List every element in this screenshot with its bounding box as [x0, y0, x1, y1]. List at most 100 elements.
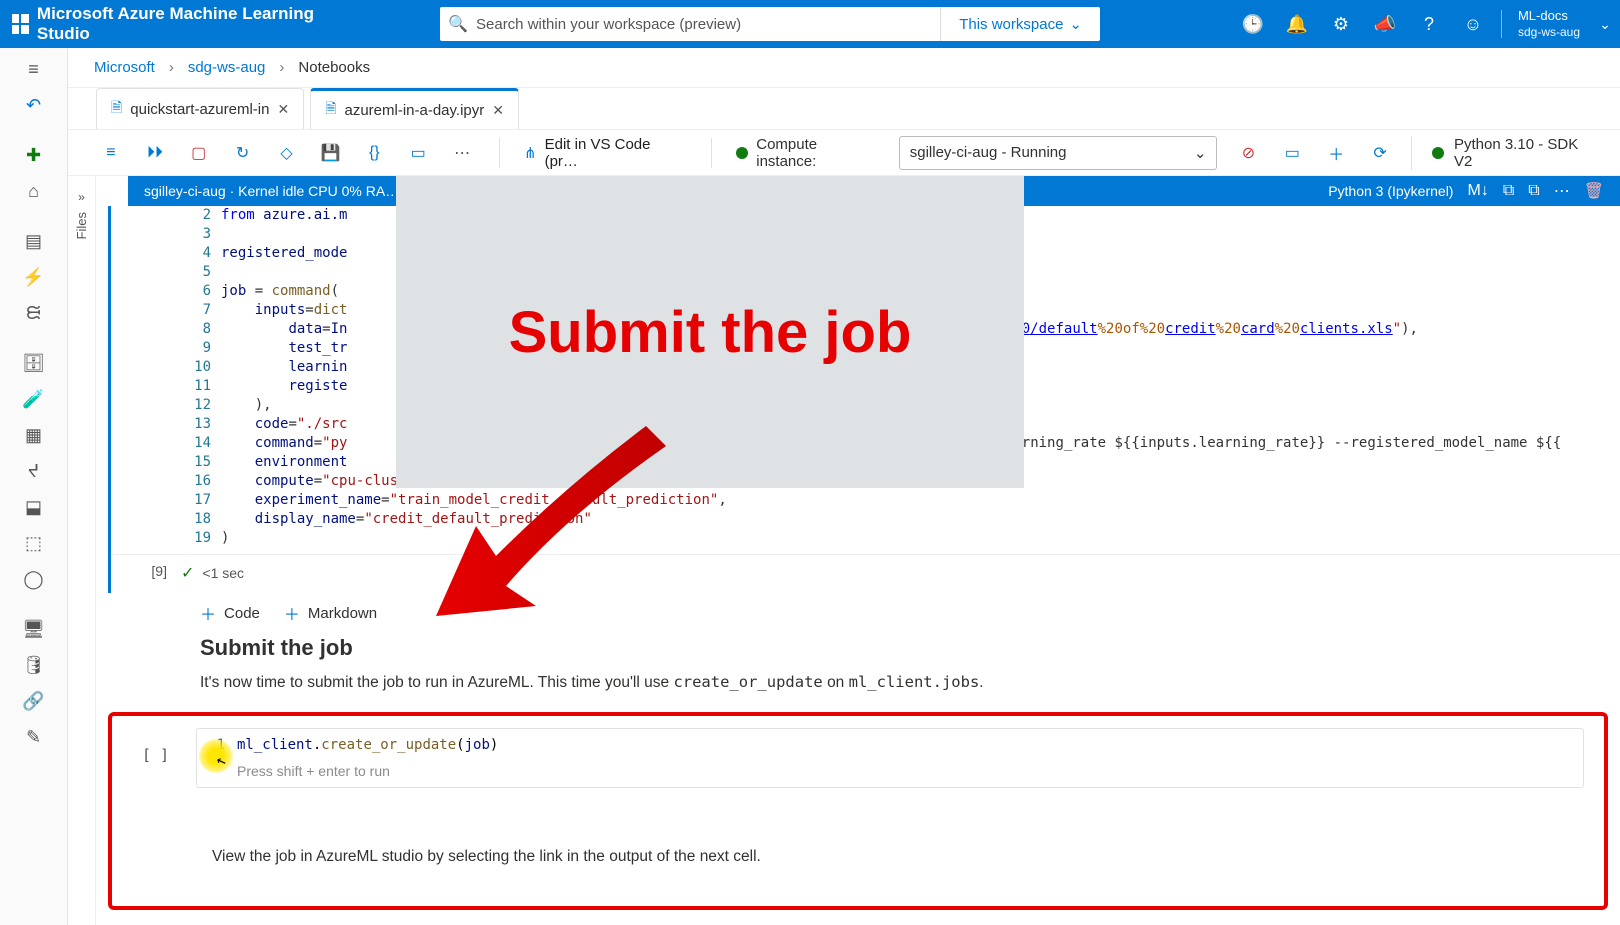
account-info[interactable]: ML-docs sdg-ws-aug	[1508, 8, 1590, 40]
models-icon[interactable]: ⬚	[0, 526, 68, 560]
kernel-selector[interactable]: Python 3.10 - SDK V2	[1411, 136, 1620, 170]
pipelines-icon[interactable]: ᔪ	[0, 454, 68, 488]
account-chevron-down-icon[interactable]: ⌄	[1590, 16, 1620, 33]
gear-icon[interactable]: ⚙	[1319, 0, 1363, 48]
chevron-down-icon: ⌄	[1069, 15, 1082, 33]
notebook-body: » Files sgilley-ci-aug · Kernel idle CPU…	[68, 176, 1620, 925]
exec-indicator	[111, 206, 181, 548]
terminal-icon[interactable]: ▭	[1279, 143, 1305, 163]
checkmark-icon: ✓	[181, 563, 194, 583]
chevron-down-icon: ⌄	[1194, 144, 1207, 162]
components-icon[interactable]: ▦	[0, 418, 68, 452]
compute-value: sgilley-ci-aug - Running	[910, 144, 1067, 161]
annotation-callout: Submit the job	[396, 176, 1024, 488]
annotation-text: Submit the job	[509, 299, 912, 366]
menu-icon[interactable]: ≡	[98, 144, 124, 162]
toc-icon[interactable]: ▭	[405, 143, 431, 163]
hamburger-icon[interactable]: ≡	[0, 52, 68, 86]
md-mono-2: ml_client.jobs	[849, 673, 980, 691]
labeling-icon[interactable]: ✎	[0, 720, 68, 754]
kernel-label: Python 3.10 - SDK V2	[1454, 136, 1600, 170]
restart-icon[interactable]: ↻	[230, 143, 256, 163]
tab-azureml-in-a-day[interactable]: 🗎 azureml-in-a-day.ipyr ✕	[310, 88, 519, 129]
files-panel-collapsed[interactable]: » Files	[68, 176, 96, 925]
bell-icon[interactable]: 🔔	[1275, 0, 1319, 48]
run-all-icon[interactable]: ⏵⏵	[142, 144, 168, 162]
search-box[interactable]: 🔍 Search within your workspace (preview)…	[440, 7, 1100, 41]
files-label: Files	[74, 212, 89, 239]
add-markdown-button[interactable]: ＋Markdown	[284, 601, 377, 625]
edit-in-vscode-button[interactable]: ⋔ Edit in VS Code (pr…	[524, 136, 687, 170]
code-cell-2[interactable]: 1 ml_client.create_or_update(job) Press …	[196, 728, 1584, 788]
stop-compute-icon[interactable]: ⊘	[1235, 143, 1261, 163]
stop-icon[interactable]: ▢	[186, 143, 212, 163]
chevron-right-icon: ›	[279, 59, 284, 76]
designer-icon[interactable]: ᙦ	[0, 296, 68, 330]
environments-icon[interactable]: ⬓	[0, 490, 68, 524]
clock-icon[interactable]: 🕒	[1231, 0, 1275, 48]
tab-label: azureml-in-a-day.ipyr	[344, 102, 484, 119]
add-compute-icon[interactable]: ＋	[1323, 141, 1349, 165]
md-mono-1: create_or_update	[673, 673, 822, 691]
variables-icon[interactable]: {}	[361, 144, 387, 162]
compute-icon[interactable]: 🖥	[0, 612, 68, 646]
linked-services-icon[interactable]: 🔗	[0, 684, 68, 718]
divider	[1501, 10, 1502, 38]
left-nav-rail: ≡ ↶ ✚ ⌂ ▤ ⚡ ᙦ 🗄 🧪 ▦ ᔪ ⬓ ⬚ ◯ 🖥 🛢 🔗 ✎	[0, 48, 68, 925]
undo-icon[interactable]: ↶	[0, 88, 68, 122]
smiley-icon[interactable]: ☺	[1451, 0, 1495, 48]
cell-above-icon[interactable]: ⧉	[1503, 182, 1514, 200]
more-icon[interactable]: ⋯	[449, 143, 475, 163]
topbar-right-icons: 🕒 🔔 ⚙ 📣 ? ☺ ML-docs sdg-ws-aug ⌄	[1231, 0, 1620, 48]
endpoints-icon[interactable]: ◯	[0, 562, 68, 596]
close-icon[interactable]: ✕	[277, 101, 289, 118]
markdown-toggle-icon[interactable]: M↓	[1467, 182, 1488, 200]
clear-icon[interactable]: ◇	[274, 143, 300, 163]
logo-area[interactable]: Microsoft Azure Machine Learning Studio	[0, 4, 320, 44]
file-icon: 🗎	[111, 97, 122, 121]
compute-select[interactable]: sgilley-ci-aug - Running ⌄	[899, 136, 1218, 170]
add-code-button[interactable]: ＋Code	[200, 601, 260, 625]
crumb-workspace[interactable]: sdg-ws-aug	[188, 59, 266, 76]
save-icon[interactable]: 💾	[317, 143, 343, 163]
home-icon[interactable]: ⌂	[0, 174, 68, 208]
markdown-heading: Submit the job	[100, 635, 1620, 661]
md-text-1: It's now time to submit the job to run i…	[200, 674, 673, 691]
plus-icon[interactable]: ✚	[0, 138, 68, 172]
help-icon[interactable]: ?	[1407, 0, 1451, 48]
markdown-after: View the job in AzureML studio by select…	[112, 788, 1604, 866]
megaphone-icon[interactable]: 📣	[1363, 0, 1407, 48]
notebook-icon[interactable]: ▤	[0, 224, 68, 258]
run-hint: Press shift + enter to run	[197, 763, 1583, 779]
exec-count: [9]	[111, 563, 181, 583]
notebook-scroll[interactable]: sgilley-ci-aug · Kernel idle CPU 0% RA… …	[96, 176, 1620, 925]
tab-quickstart[interactable]: 🗎 quickstart-azureml-in ✕	[96, 88, 304, 129]
close-icon[interactable]: ✕	[492, 102, 504, 119]
separator	[499, 138, 500, 168]
add-markdown-label: Markdown	[308, 605, 377, 622]
jobs-icon[interactable]: 🧪	[0, 382, 68, 416]
md-text-on: on	[827, 674, 849, 691]
trash-icon[interactable]: 🗑	[1584, 181, 1604, 201]
more-icon[interactable]: ⋯	[1554, 181, 1570, 201]
account-line2: sdg-ws-aug	[1518, 24, 1580, 40]
tab-label: quickstart-azureml-in	[130, 101, 269, 118]
data-icon[interactable]: 🗄	[0, 346, 68, 380]
datastores-icon[interactable]: 🛢	[0, 648, 68, 682]
automl-icon[interactable]: ⚡	[0, 260, 68, 294]
code-line[interactable]: ml_client.create_or_update(job)	[237, 737, 498, 753]
search-icon: 🔍	[440, 14, 476, 34]
vscode-icon: ⋔	[524, 144, 537, 162]
top-bar: Microsoft Azure Machine Learning Studio …	[0, 0, 1620, 48]
separator	[711, 138, 712, 168]
workspace-scope-button[interactable]: This workspace ⌄	[940, 7, 1100, 41]
cell-below-icon[interactable]: ⧉	[1528, 182, 1539, 200]
exec-prompt-label: [ ]	[142, 746, 169, 764]
layout: ≡ ↶ ✚ ⌂ ▤ ⚡ ᙦ 🗄 🧪 ▦ ᔪ ⬓ ⬚ ◯ 🖥 🛢 🔗 ✎ Micr…	[0, 48, 1620, 925]
notebook-toolbar: ≡ ⏵⏵ ▢ ↻ ◇ 💾 {} ▭ ⋯ ⋔ Edit in VS Code (p…	[68, 130, 1620, 176]
add-cell-buttons: ＋Code ＋Markdown	[100, 593, 1620, 635]
crumb-microsoft[interactable]: Microsoft	[94, 59, 155, 76]
status-dot-icon	[736, 147, 748, 159]
refresh-compute-icon[interactable]: ⟳	[1367, 143, 1393, 163]
exec-time: <1 sec	[202, 565, 244, 581]
